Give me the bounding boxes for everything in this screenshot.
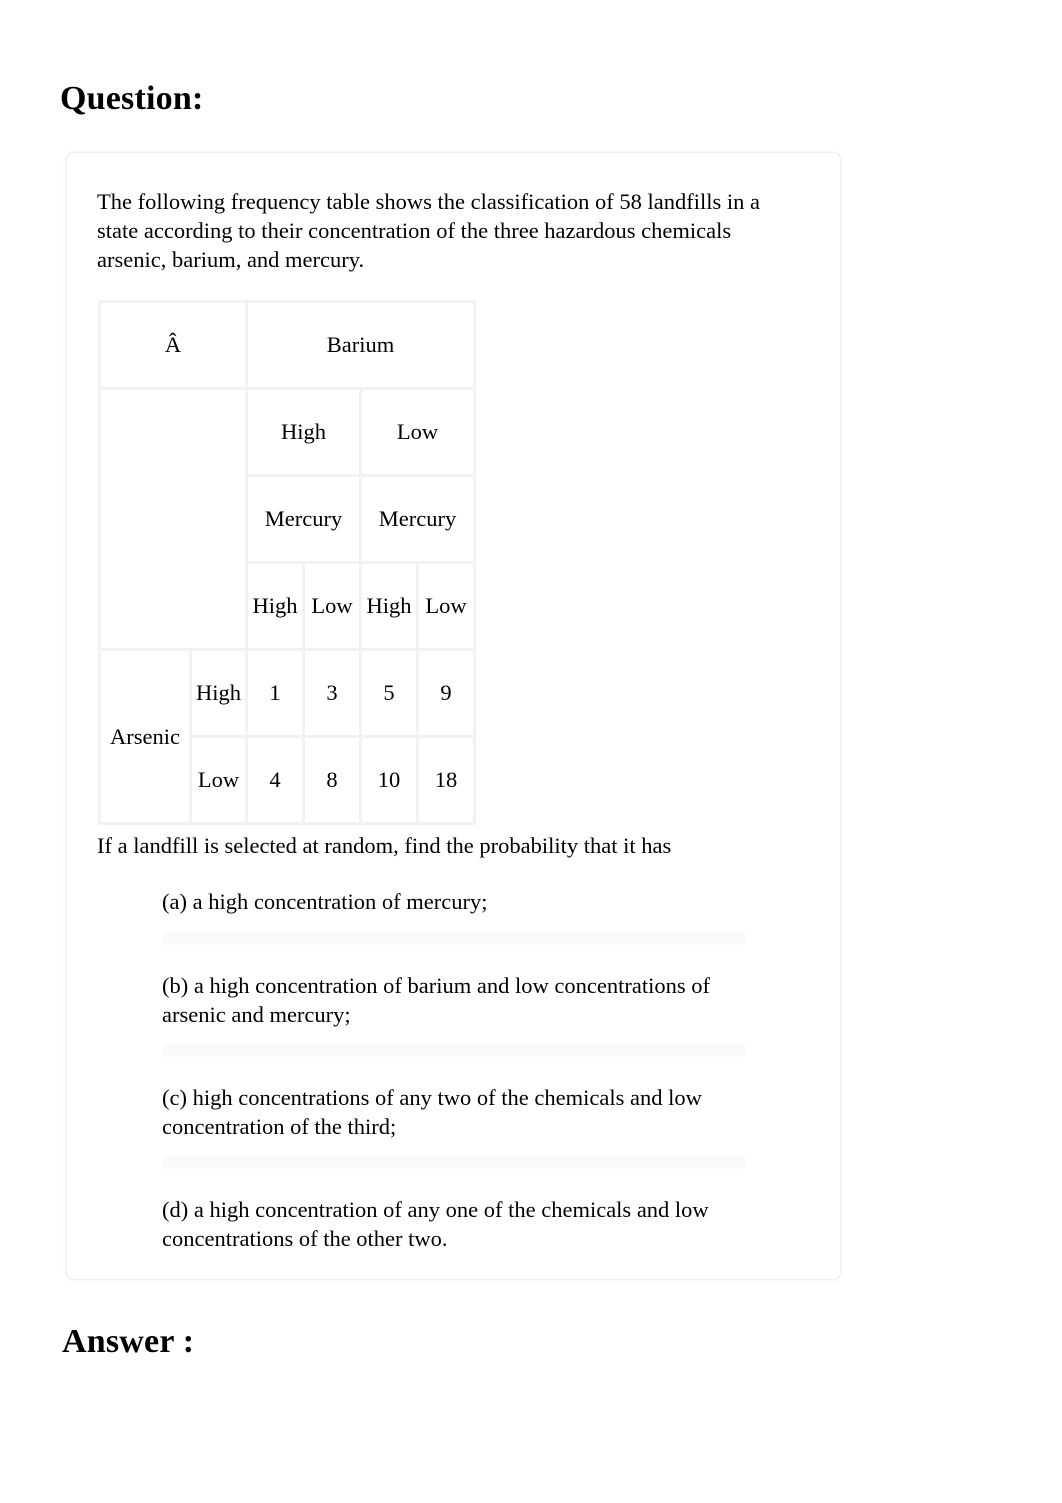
question-item-a: (a) a high concentration of mercury; xyxy=(162,889,488,914)
question-item-d: (d) a high concentration of any one of t… xyxy=(162,1197,709,1251)
question-card-body: The following frequency table shows the … xyxy=(67,153,840,1279)
table-header-row-group: Â Barium xyxy=(98,300,476,390)
prompt-line: If a landfill is selected at random, fin… xyxy=(97,833,672,858)
table-col-group-barium: Barium xyxy=(245,300,476,390)
table-row-level-low: Low xyxy=(189,735,248,825)
table-cell-r0c1: 3 xyxy=(302,648,362,738)
table-barium-low: Low xyxy=(359,387,476,477)
table-cell-r0c0: 1 xyxy=(245,648,305,738)
frequency-table-container: Â Barium High Low Mercury Mercury High L… xyxy=(98,300,476,825)
table-row: Arsenic High 1 3 5 9 xyxy=(98,648,476,825)
answer-band-c xyxy=(162,1156,745,1169)
frequency-table: Â Barium High Low Mercury Mercury High L… xyxy=(98,300,476,825)
question-heading: Question: xyxy=(60,80,204,117)
page-root: Question: The following frequency table … xyxy=(0,0,1062,1503)
intro-paragraph: The following frequency table shows the … xyxy=(97,189,760,272)
answer-heading: Answer : xyxy=(62,1323,195,1360)
table-cell-r1c3: 18 xyxy=(416,735,476,825)
table-mercury-level-4: Low xyxy=(416,561,476,651)
table-cell-r0c3: 9 xyxy=(416,648,476,738)
table-cell-r0c2: 5 xyxy=(359,648,419,738)
table-corner-label: Â xyxy=(98,300,248,390)
table-row-level-high: High xyxy=(189,648,248,738)
table-cell-r1c1: 8 xyxy=(302,735,362,825)
table-barium-high: High xyxy=(245,387,362,477)
table-cell-r1c0: 4 xyxy=(245,735,305,825)
table-header-spacer xyxy=(98,387,248,651)
table-mercury-level-1: High xyxy=(245,561,305,651)
answer-band-b xyxy=(162,1044,745,1057)
question-card: The following frequency table shows the … xyxy=(66,152,841,1280)
answer-band-a xyxy=(162,932,745,945)
table-header-row-barium-levels: High Low xyxy=(98,387,476,651)
table-mercury-level-3: High xyxy=(359,561,419,651)
table-row-group-arsenic: Arsenic xyxy=(98,648,192,825)
question-item-b: (b) a high concentration of barium and l… xyxy=(162,973,710,1027)
table-mercury-label-1: Mercury xyxy=(245,474,362,564)
question-item-c: (c) high concentrations of any two of th… xyxy=(162,1085,702,1139)
table-mercury-level-2: Low xyxy=(302,561,362,651)
table-mercury-label-2: Mercury xyxy=(359,474,476,564)
table-cell-r1c2: 10 xyxy=(359,735,419,825)
